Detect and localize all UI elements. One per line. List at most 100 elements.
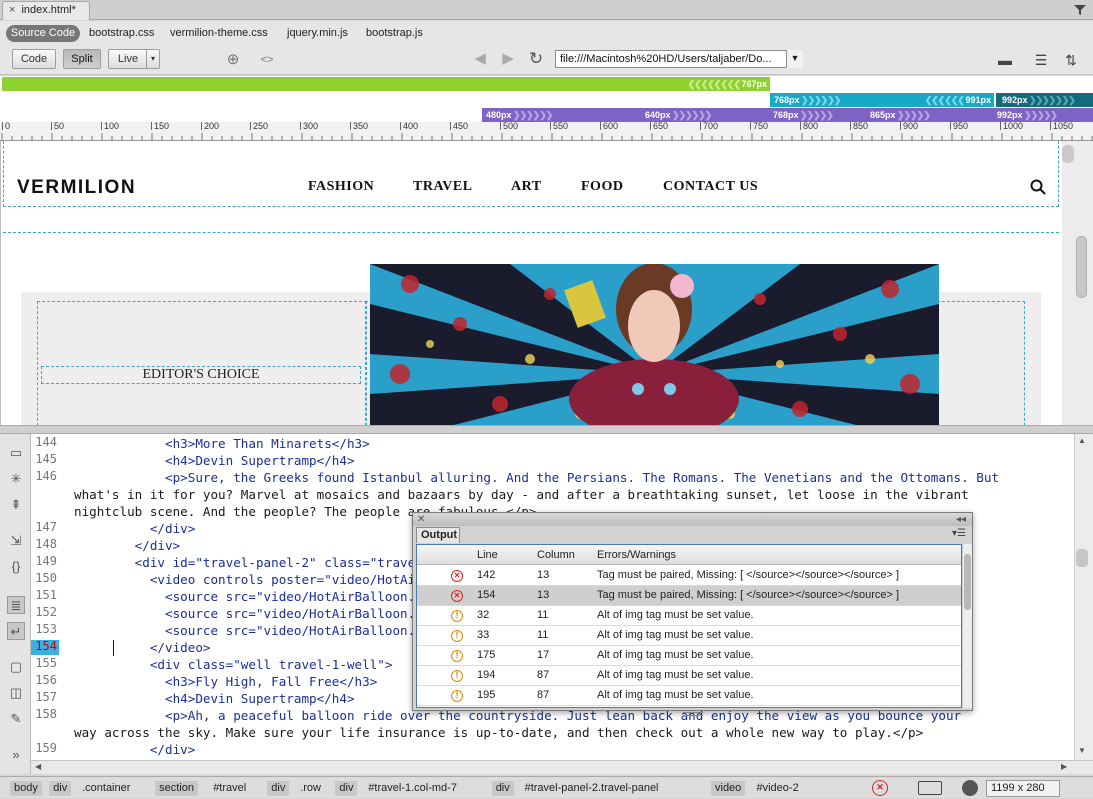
nav-art[interactable]: ART	[511, 179, 542, 195]
code-view-scrollbar[interactable]: ▲ ▼	[1074, 434, 1093, 760]
code-view-button[interactable]: Code	[12, 49, 56, 69]
media-query-min-992[interactable]: 992px ❯❯❯❯❯❯❯	[996, 93, 1093, 107]
word-wrap-icon[interactable]: ↵	[7, 622, 25, 640]
code-line[interactable]: </video>	[74, 639, 211, 656]
forward-icon[interactable]: ▶	[498, 49, 518, 69]
split-view-button[interactable]: Split	[63, 49, 101, 69]
visual-media-queries-icon[interactable]: ▬	[994, 50, 1016, 70]
open-documents-icon[interactable]: ▭	[7, 444, 25, 462]
related-file-vermilion-theme-css[interactable]: vermilion-theme.css	[170, 25, 268, 41]
expand-all-icon[interactable]: ⇞	[7, 496, 25, 514]
document-tab[interactable]: × index.html*	[2, 1, 90, 20]
media-query-max-767[interactable]: ❮❮❮❮❮❮❮❮ 767px	[2, 77, 770, 91]
code-line[interactable]: way across the sky. Make sure your life …	[74, 724, 923, 741]
panel-resize-grip[interactable]	[683, 712, 703, 716]
code-line[interactable]: <div class="well travel-1-well">	[74, 656, 393, 673]
related-file-bootstrap-js[interactable]: bootstrap.js	[366, 25, 423, 41]
output-row[interactable]: ! 195 87 Alt of img tag must be set value.	[417, 686, 961, 706]
code-line[interactable]: what's in it for you? Marvel at mosaics …	[74, 486, 969, 503]
output-row[interactable]: ! 33 11 Alt of img tag must be set value.	[417, 626, 961, 646]
code-line[interactable]: <source src="video/HotAirBalloon.mp4">	[74, 588, 453, 605]
output-scroll-thumb[interactable]	[964, 554, 971, 610]
column-line[interactable]: Line	[477, 545, 498, 565]
code-line[interactable]: </div>	[74, 741, 196, 758]
source-code-button[interactable]: Source Code	[6, 25, 80, 42]
apply-comment-icon[interactable]: ▢	[7, 658, 25, 676]
nav-food[interactable]: FOOD	[581, 179, 623, 195]
tag-selector-item[interactable]: video	[711, 781, 746, 796]
close-panel-icon[interactable]: ✕	[417, 513, 425, 526]
tag-selector-item[interactable]: div	[49, 781, 72, 796]
tag-selector-item[interactable]: div	[491, 781, 514, 796]
column-column[interactable]: Column	[537, 545, 575, 565]
output-scrollbar[interactable]	[962, 544, 972, 708]
tag-selector-item[interactable]: .row	[300, 781, 321, 796]
media-query-min-640[interactable]: 640px ❯❯❯❯❯❯	[645, 108, 711, 122]
file-management-icon[interactable]: ☰	[1030, 50, 1052, 70]
output-row[interactable]: ✕ 142 13 Tag must be paired, Missing: [ </s…	[417, 566, 961, 586]
code-line[interactable]: <h4>Devin Supertramp</h4>	[74, 452, 355, 469]
tag-selector-item[interactable]: .container	[82, 781, 130, 796]
media-query-768-991[interactable]: 768px ❯❯❯❯❯❯ ❮❮❮❮❮❮ 991px	[770, 93, 994, 107]
related-file-bootstrap-css[interactable]: bootstrap.css	[89, 25, 154, 41]
code-line[interactable]: <source src="video/HotAirBalloon.webm">	[74, 622, 461, 639]
site-logo[interactable]: VERMILION	[17, 177, 136, 199]
remove-comment-icon[interactable]: ◫	[7, 684, 25, 702]
nav-contact-us[interactable]: CONTACT US	[663, 179, 758, 195]
output-panel-titlebar[interactable]: ✕ ◂◂	[413, 513, 972, 526]
code-navigator-icon[interactable]: <>	[257, 50, 277, 70]
live-view-dropdown-icon[interactable]: ▾	[146, 49, 160, 69]
media-query-min-992-purple[interactable]: 992px ❯❯❯❯❯	[997, 108, 1057, 122]
error-indicator-icon[interactable]: ✕	[872, 780, 888, 796]
select-parent-tag-icon[interactable]: ⇲	[7, 532, 25, 550]
scroll-left-icon[interactable]: ◀	[35, 762, 41, 771]
tag-selector-item[interactable]: #travel	[213, 781, 246, 796]
tag-selector-item[interactable]: section	[155, 781, 198, 796]
address-bar[interactable]: file:///Macintosh%20HD/Users/taljaber/Do…	[555, 50, 803, 68]
panel-menu-icon[interactable]: ▾☰	[952, 528, 966, 539]
line-numbers-icon[interactable]: ≣	[7, 596, 25, 614]
refresh-icon[interactable]: ↻	[526, 49, 546, 69]
search-icon[interactable]	[1029, 178, 1047, 196]
tag-selector-item[interactable]: #travel-panel-2.travel-panel	[525, 781, 659, 796]
address-dropdown-icon[interactable]: ▼	[786, 50, 803, 68]
preview-browser-icon[interactable]	[962, 780, 978, 796]
design-view-scroll-thumb[interactable]	[1062, 145, 1074, 163]
back-icon[interactable]: ◀	[470, 49, 490, 69]
close-tab-icon[interactable]: ×	[9, 4, 15, 16]
hero-image[interactable]	[370, 264, 939, 425]
media-query-min-768[interactable]: 768px ❯❯❯❯❯	[773, 108, 833, 122]
window-size-select[interactable]: 1199 x 280	[986, 780, 1060, 797]
code-line[interactable]: <p>Sure, the Greeks found Istanbul allur…	[74, 469, 999, 486]
collapse-tag-icon[interactable]: ✳	[7, 470, 25, 488]
scroll-right-icon[interactable]: ▶	[1061, 762, 1067, 771]
code-line[interactable]: <h3>More Than Minarets</h3>	[74, 435, 370, 452]
code-view-scroll-thumb[interactable]	[1076, 549, 1088, 567]
nav-travel[interactable]: TRAVEL	[413, 179, 473, 195]
code-line[interactable]: <source src="video/HotAirBalloon.ogg">	[74, 605, 453, 622]
tag-selector-item[interactable]: body	[10, 781, 42, 796]
output-tab[interactable]: Output	[416, 527, 460, 543]
media-query-min-865[interactable]: 865px ❯❯❯❯❯	[870, 108, 930, 122]
code-line[interactable]: </div>	[74, 537, 181, 554]
code-horizontal-scrollbar[interactable]: ◀ ▶	[31, 760, 1093, 774]
window-size-icon[interactable]	[918, 781, 942, 795]
design-view-resize-handle[interactable]	[1076, 236, 1087, 298]
output-row[interactable]: ! 194 87 Alt of img tag must be set value.	[417, 666, 961, 686]
more-options-icon[interactable]: »	[7, 746, 25, 764]
tag-selector-item[interactable]: #video-2	[757, 781, 799, 796]
inspect-icon[interactable]: ⊕	[223, 50, 243, 70]
split-divider[interactable]	[0, 425, 1093, 434]
editors-choice-heading[interactable]: EDITOR'S CHOICE	[41, 366, 361, 384]
balance-braces-icon[interactable]: {}	[7, 558, 25, 576]
nav-fashion[interactable]: FASHION	[308, 179, 374, 195]
output-row[interactable]: ✕ 154 13 Tag must be paired, Missing: [ </s…	[417, 586, 961, 606]
live-view-button[interactable]: Live	[108, 49, 148, 69]
scroll-up-icon[interactable]: ▲	[1078, 436, 1086, 445]
format-source-icon[interactable]: ✎	[7, 710, 25, 728]
output-row[interactable]: ! 175 17 Alt of img tag must be set value.	[417, 646, 961, 666]
code-line[interactable]: <h4>Devin Supertramp</h4>	[74, 690, 355, 707]
related-file-jquery[interactable]: jquery.min.js	[287, 25, 348, 41]
tag-selector-item[interactable]: div	[267, 781, 290, 796]
code-line[interactable]: </div>	[74, 520, 196, 537]
